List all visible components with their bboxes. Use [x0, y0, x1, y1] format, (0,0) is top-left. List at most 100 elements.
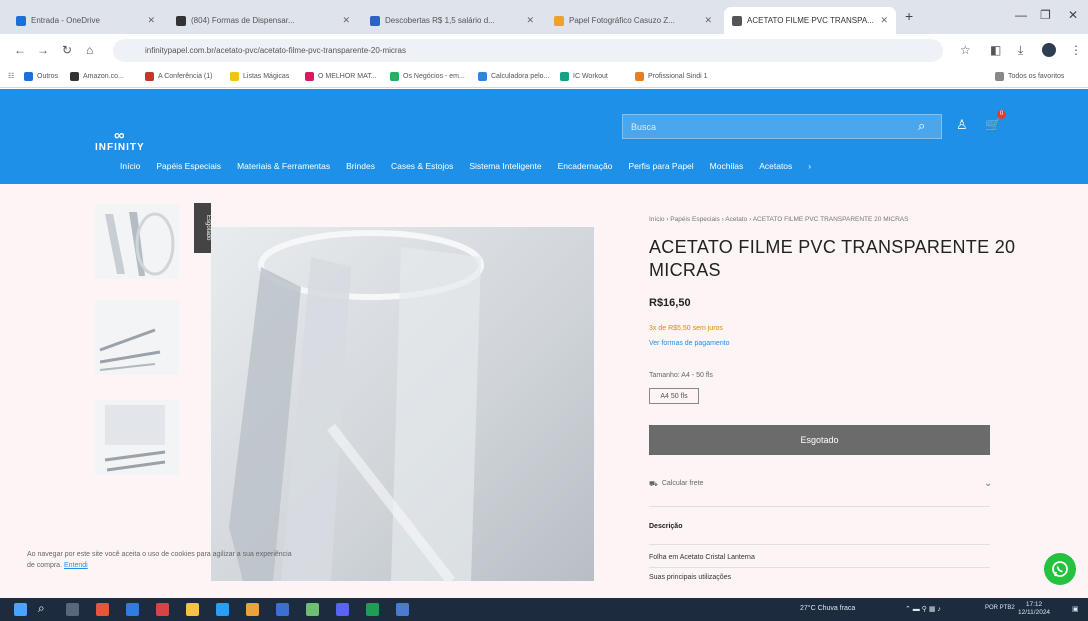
menu-item[interactable]: Papéis Especiais [156, 161, 221, 171]
start-icon[interactable] [14, 603, 27, 616]
whatsapp-button[interactable] [1044, 553, 1076, 585]
app-icon[interactable] [126, 603, 139, 616]
menu-item[interactable]: Encadernação [558, 161, 613, 171]
new-tab-button[interactable]: + [905, 8, 913, 24]
product-thumbnail[interactable] [95, 300, 179, 375]
bookmark-item[interactable]: Amazon.co... [70, 72, 124, 81]
bookmark-icon [230, 72, 239, 81]
size-option[interactable]: A4 50 fls [649, 388, 699, 404]
browser-tab-4[interactable]: Papel Fotográfico Casuzo Z... ✕ [546, 7, 720, 34]
bookmark-item[interactable]: Profissional Sindi 1 [635, 72, 708, 81]
menu-item[interactable]: Cases & Estojos [391, 161, 453, 171]
edge-icon[interactable] [216, 603, 229, 616]
shipping-calculator[interactable]: ⛟ Calcular frete [649, 480, 703, 489]
payment-options-link[interactable]: Ver formas de pagamento [649, 340, 730, 347]
bookmark-item[interactable]: Os Negócios - em... [390, 72, 465, 81]
menu-dots-icon[interactable]: ⋮ [1070, 43, 1082, 57]
tab-label: ACETATO FILME PVC TRANSPA... [747, 16, 874, 25]
product-main-image[interactable] [211, 227, 594, 585]
search-input[interactable]: Busca [622, 114, 942, 139]
bookmark-item[interactable]: A Conferência (1) [145, 72, 212, 81]
breadcrumb[interactable]: Início › Papéis Especiais › Acetato › AC… [649, 216, 908, 223]
menu-item[interactable]: Sistema Inteligente [469, 161, 541, 171]
app-icon[interactable] [306, 603, 319, 616]
file-explorer-icon[interactable] [186, 603, 199, 616]
bookmark-label: Outros [37, 73, 59, 80]
user-icon[interactable]: ♙ [956, 117, 968, 133]
menu-item[interactable]: Perfis para Papel [628, 161, 693, 171]
chevron-down-icon[interactable]: ⌄ [984, 478, 992, 489]
menu-item[interactable]: Mochilas [710, 161, 744, 171]
reload-icon[interactable]: ↻ [62, 43, 72, 57]
browser-tab-active[interactable]: ACETATO FILME PVC TRANSPA... ✕ [724, 7, 896, 34]
cookie-accept-link[interactable]: Entendi [64, 562, 88, 569]
excel-icon[interactable] [366, 603, 379, 616]
app-icon[interactable] [396, 603, 409, 616]
bookmark-item[interactable]: Calculadora pelo... [478, 72, 549, 81]
bookmark-item[interactable]: IC Workout [560, 72, 608, 81]
apps-icon[interactable]: ☷ [8, 72, 14, 80]
menu-item[interactable]: Acetatos [759, 161, 792, 171]
menu-next-icon[interactable]: › [808, 161, 811, 171]
menu-item[interactable]: Materiais & Ferramentas [237, 161, 330, 171]
bookmark-item[interactable]: Outros [24, 72, 58, 81]
notifications-icon[interactable]: ▣ [1072, 605, 1079, 613]
close-icon[interactable]: ✕ [147, 15, 155, 26]
close-icon[interactable]: ✕ [342, 15, 350, 26]
description-title[interactable]: Descrição [649, 523, 682, 530]
bookmark-item[interactable]: O MELHOR MAT... [305, 72, 377, 81]
cart-icon[interactable]: 🛒 [985, 117, 1001, 133]
close-window-icon[interactable]: ✕ [1068, 8, 1078, 22]
forward-icon[interactable]: → [37, 43, 49, 57]
clock-time: 17:12 [1025, 601, 1043, 608]
system-tray-icons[interactable]: ⌃ ▬ ⚲ ▦ ♪ [905, 605, 941, 613]
weather-widget[interactable]: 27°C Chuva fraca [800, 605, 855, 612]
menu-item[interactable]: Início [120, 161, 140, 171]
bookmark-star-icon[interactable]: ☆ [960, 43, 971, 57]
search-icon[interactable]: ⌕ [918, 118, 925, 134]
extensions-icon[interactable]: ◧ [990, 43, 1001, 57]
browser-tab-1[interactable]: Entrada - OneDrive ✕ [8, 7, 163, 34]
word-icon[interactable] [276, 603, 289, 616]
search-icon[interactable]: ⌕ [38, 601, 45, 616]
bookmark-item[interactable]: Listas Mágicas [230, 72, 289, 81]
bookmark-item[interactable]: Todos os favoritos [995, 72, 1064, 81]
menu-item[interactable]: Brindes [346, 161, 375, 171]
description-line: Folha em Acetato Cristal Lanterna [649, 554, 755, 561]
task-view-icon[interactable] [66, 603, 79, 616]
out-of-stock-badge: Esgotado [194, 203, 211, 253]
browser-tab-3[interactable]: Descobertas R$ 1,5 salário d... ✕ [362, 7, 542, 34]
home-icon[interactable]: ⌂ [86, 43, 93, 57]
tab-label: (804) Formas de Dispensar... [191, 16, 295, 25]
search-placeholder: Busca [631, 121, 657, 132]
app-icon[interactable] [336, 603, 349, 616]
download-icon[interactable]: ⤓ [1018, 43, 1023, 58]
minimize-icon[interactable]: — [1015, 8, 1027, 22]
close-icon[interactable]: ✕ [880, 15, 888, 26]
app-icon[interactable] [96, 603, 109, 616]
chrome-icon[interactable] [246, 603, 259, 616]
site-logo[interactable]: ∞ INFINITY [95, 128, 145, 153]
url-field[interactable]: infinitypapel.com.br/acetato-pvc/acetato… [113, 39, 943, 62]
bookmark-icon [635, 72, 644, 81]
product-thumbnail[interactable] [95, 204, 179, 279]
product-thumbnail[interactable] [95, 400, 179, 475]
language-indicator[interactable]: POR PTB2 [985, 605, 1015, 611]
url-text: infinitypapel.com.br/acetato-pvc/acetato… [145, 46, 406, 55]
close-icon[interactable]: ✕ [704, 15, 712, 26]
close-icon[interactable]: ✕ [526, 15, 534, 26]
maximize-icon[interactable]: ❐ [1040, 8, 1051, 22]
back-icon[interactable]: ← [14, 43, 26, 57]
bookmark-label: Calculadora pelo... [491, 73, 550, 80]
bookmark-label: Todos os favoritos [1008, 73, 1065, 80]
acetate-sheets-image [104, 405, 166, 472]
clock[interactable]: 17:12 12/11/2024 [1018, 601, 1050, 617]
whatsapp-icon [1052, 561, 1068, 577]
out-of-stock-button[interactable]: Esgotado [649, 425, 990, 455]
bookmark-label: A Conferência (1) [158, 73, 213, 80]
tab-label: Entrada - OneDrive [31, 16, 100, 25]
browser-tab-2[interactable]: (804) Formas de Dispensar... ✕ [168, 7, 358, 34]
bookmark-label: O MELHOR MAT... [318, 73, 377, 80]
app-icon[interactable] [156, 603, 169, 616]
profile-avatar[interactable] [1042, 43, 1056, 57]
